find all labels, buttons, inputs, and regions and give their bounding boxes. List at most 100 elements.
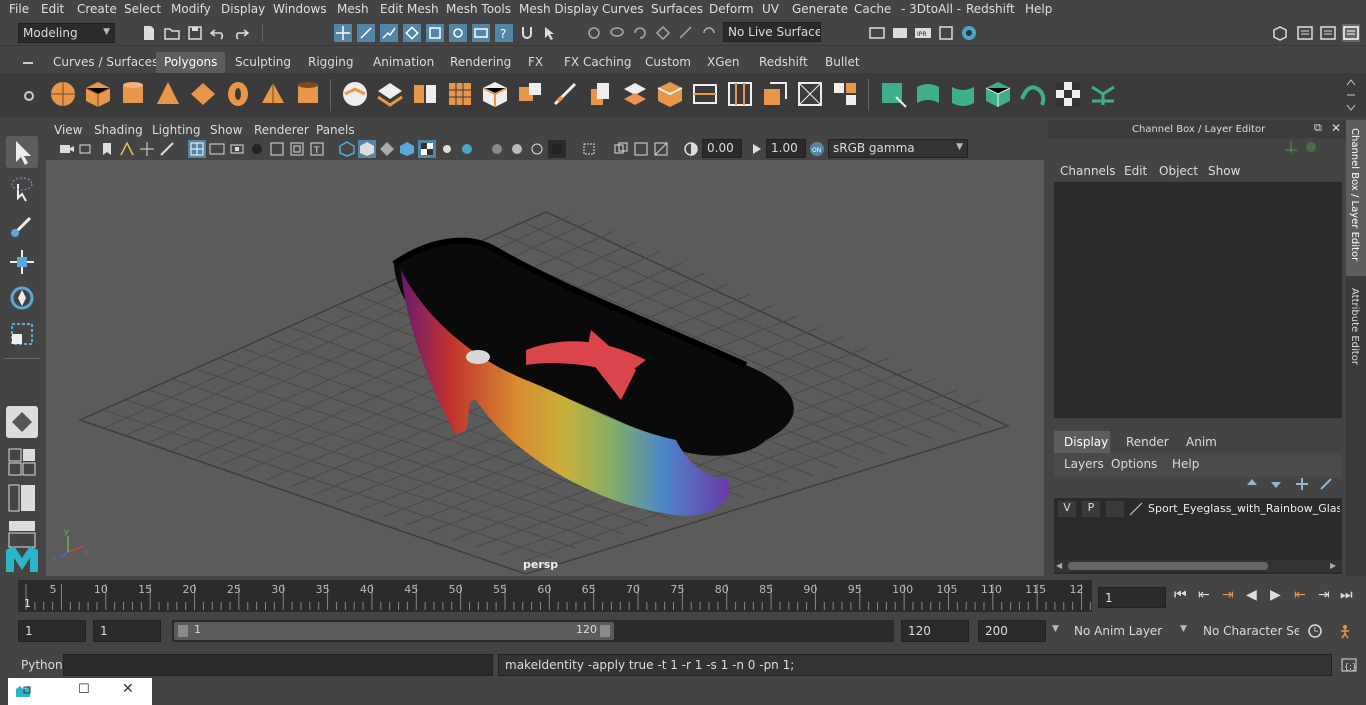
color-management-icon[interactable]: ON (808, 140, 826, 158)
help-line-icon[interactable]: ? (495, 24, 513, 42)
scroll-right-icon[interactable]: ▶ (1330, 561, 1336, 570)
layout-quad-icon[interactable] (6, 446, 38, 478)
isolate-select-icon[interactable] (580, 140, 598, 158)
depth-of-field-icon[interactable] (548, 140, 566, 158)
xray-joints-icon[interactable] (612, 140, 630, 158)
render-current-icon[interactable] (868, 24, 886, 42)
poly-cone-icon[interactable] (153, 79, 183, 109)
snap-curve-icon[interactable] (426, 24, 444, 42)
range-start-grip[interactable] (178, 625, 188, 637)
ambient-occlusion-icon[interactable] (488, 140, 506, 158)
menu-create[interactable]: Create (77, 2, 117, 16)
maximize-icon[interactable]: ☐ (78, 682, 90, 697)
vp-menu-shading[interactable]: Shading (94, 123, 143, 137)
range-slider-handle[interactable]: 1 120 (174, 622, 614, 640)
poly-cube-icon[interactable] (83, 79, 113, 109)
menu-windows[interactable]: Windows (273, 2, 327, 16)
lasso-icon[interactable] (608, 24, 626, 42)
go-to-end-icon[interactable]: ⏭ (1340, 587, 1353, 603)
poly-pipe-icon[interactable] (293, 79, 323, 109)
smooth-icon[interactable] (445, 79, 475, 109)
options-menu[interactable]: Options (1111, 457, 1157, 471)
cb-edit-menu[interactable]: Edit (1124, 164, 1147, 178)
select-by-component-icon[interactable] (380, 24, 398, 42)
command-input[interactable] (63, 654, 493, 676)
separate-icon[interactable] (375, 79, 405, 109)
menu-modify[interactable]: Modify (171, 2, 211, 16)
menu-edit[interactable]: Edit (41, 2, 64, 16)
new-layer-icon[interactable] (1294, 476, 1310, 492)
layers-menu[interactable]: Layers (1064, 457, 1104, 471)
layer-playback-toggle[interactable]: P (1082, 501, 1100, 517)
select-objects-icon[interactable] (541, 24, 559, 42)
menu-edit-mesh[interactable]: Edit Mesh (380, 2, 439, 16)
vp-menu-panels[interactable]: Panels (316, 123, 355, 137)
step-forward-key-icon[interactable]: ⇥ (1318, 587, 1330, 603)
lasso-tool-icon[interactable] (6, 174, 38, 206)
tab-rendering[interactable]: Rendering (442, 52, 519, 73)
script-language-toggle[interactable]: Python (21, 658, 63, 672)
bevel-icon[interactable] (655, 79, 685, 109)
extrude-icon[interactable] (585, 79, 615, 109)
poly-plane-icon[interactable] (188, 79, 218, 109)
poly-pyramid-icon[interactable] (258, 79, 288, 109)
field-chart-icon[interactable] (268, 140, 286, 158)
layer-tab-display[interactable]: Display (1054, 431, 1110, 453)
shelf-settings-icon[interactable] (20, 87, 38, 105)
show-manipulator-icon[interactable] (6, 406, 38, 438)
auto-key-icon[interactable] (1306, 622, 1324, 640)
poly-torus-icon[interactable] (223, 79, 253, 109)
tab-fx-caching[interactable]: FX Caching (556, 52, 639, 73)
play-forward-icon[interactable]: ▶ (1270, 587, 1281, 603)
select-by-object-icon[interactable] (357, 24, 375, 42)
layer-tab-render[interactable]: Render (1126, 435, 1169, 449)
tab-polygons[interactable]: Polygons (156, 52, 226, 73)
cb-object-menu[interactable]: Object (1159, 164, 1198, 178)
layer-tab-anim[interactable]: Anim (1186, 435, 1217, 449)
safe-action-icon[interactable] (288, 140, 306, 158)
grid-icon[interactable] (188, 140, 206, 158)
range-slider-track[interactable]: 1 120 (172, 620, 894, 642)
float-icon[interactable]: ⧉ (1314, 121, 1322, 135)
play-backward-icon[interactable]: ◀ (1246, 587, 1257, 603)
textured-icon[interactable] (398, 140, 416, 158)
live-surface-field[interactable]: No Live Surface (723, 22, 821, 42)
layer-help-menu[interactable]: Help (1172, 457, 1199, 471)
animation-preferences-icon[interactable] (1336, 622, 1354, 640)
menu-cache[interactable]: Cache (854, 2, 891, 16)
paint-select-tool-icon[interactable] (6, 210, 38, 242)
menu-mesh-tools[interactable]: Mesh Tools (446, 2, 511, 16)
side-tab-channel-box[interactable]: Channel Box / Layer Editor (1346, 120, 1366, 276)
xray-active-icon[interactable] (632, 140, 650, 158)
offset-edge-loop-icon[interactable] (725, 79, 755, 109)
soft-select-icon[interactable] (677, 24, 695, 42)
collapse-icon[interactable] (830, 79, 860, 109)
tab-fx[interactable]: FX (520, 52, 551, 73)
cb-show-menu[interactable]: Show (1208, 164, 1240, 178)
poly-cylinder-icon[interactable] (118, 79, 148, 109)
redo-icon[interactable] (232, 24, 250, 42)
bookmark-icon[interactable] (98, 140, 116, 158)
menu-mesh-display[interactable]: Mesh Display (519, 2, 599, 16)
tool-settings-toggle-icon[interactable] (1319, 24, 1337, 42)
tab-sculpting[interactable]: Sculpting (227, 52, 299, 73)
snap-grid-icon[interactable] (403, 24, 421, 42)
move-tool-icon[interactable] (6, 246, 38, 278)
combine-icon[interactable] (340, 79, 370, 109)
merge-icon[interactable] (795, 79, 825, 109)
shadows-icon[interactable] (438, 140, 456, 158)
playback-end-field[interactable]: 120 (901, 620, 969, 642)
go-to-start-icon[interactable]: ⏮ (1174, 587, 1187, 603)
vp-menu-lighting[interactable]: Lighting (152, 123, 201, 137)
motion-blur-icon[interactable] (508, 140, 526, 158)
resolution-gate-icon[interactable] (228, 140, 246, 158)
menu-help[interactable]: Help (1025, 2, 1052, 16)
vp-menu-renderer[interactable]: Renderer (254, 123, 309, 137)
menu-curves[interactable]: Curves (602, 2, 644, 16)
camera-select-icon[interactable] (58, 140, 76, 158)
menu-uv[interactable]: UV (762, 2, 779, 16)
vp-menu-view[interactable]: View (54, 123, 82, 137)
step-back-frame-icon[interactable]: ⇥ (1222, 587, 1234, 603)
multicut-icon[interactable] (550, 79, 580, 109)
scroll-thumb[interactable] (1068, 562, 1268, 570)
